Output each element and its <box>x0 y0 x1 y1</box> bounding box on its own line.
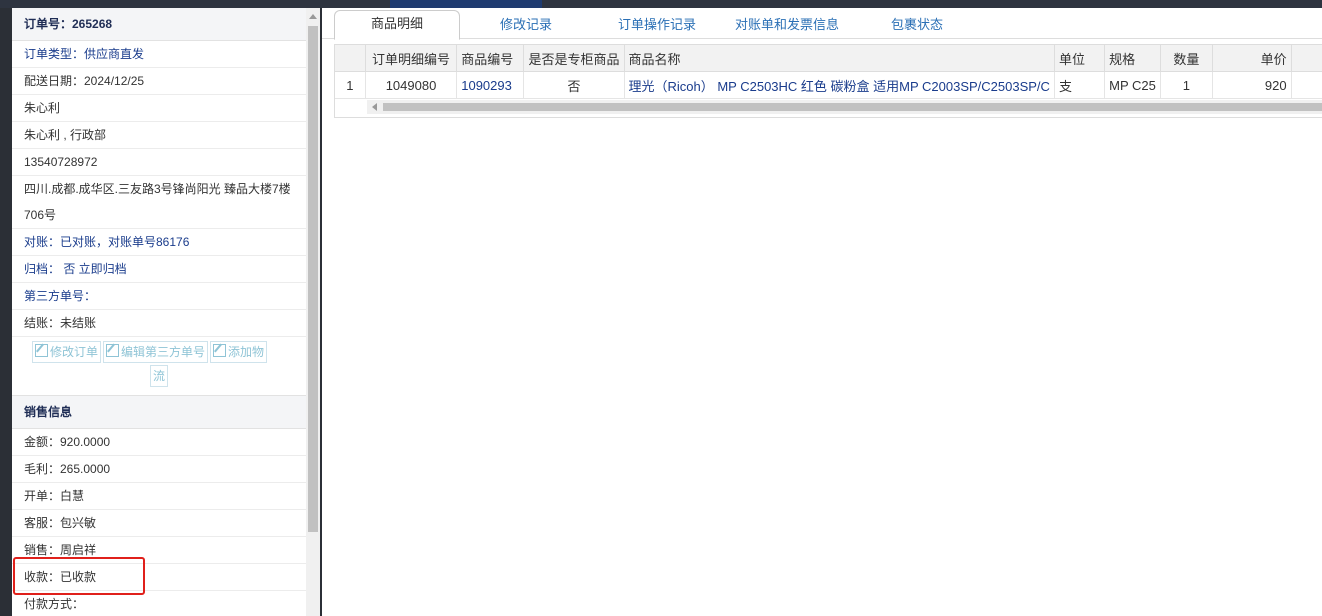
tab-operation-log[interactable]: 订单操作记录 <box>602 12 712 38</box>
add-logistics-label: 添加物 <box>228 345 265 359</box>
col-header-product-id[interactable]: 商品编号 <box>456 45 525 72</box>
edit-icon <box>35 344 48 357</box>
salesperson: 销售：周启祥 <box>12 537 306 564</box>
col-header-index <box>335 45 366 72</box>
sales-amount: 金额：920.0000 <box>12 429 306 456</box>
settlement-status: 结账：未结账 <box>12 310 306 337</box>
add-logistics-button[interactable]: 添加物 <box>210 341 268 363</box>
col-header-qty[interactable]: 数量 <box>1160 45 1213 72</box>
cell-unit: 支 <box>1054 71 1106 99</box>
contact-department: 朱心利 , 行政部 <box>12 122 306 149</box>
table-row[interactable]: 1 1049080 1090293 否 理光（Ricoh） MP C2503HC… <box>335 71 1322 99</box>
edit-order-button[interactable]: 修改订单 <box>32 341 102 363</box>
order-type: 订单类型：供应商直发 <box>12 41 306 68</box>
cell-price: 920 <box>1212 71 1292 99</box>
product-table: 订单明细编号 商品编号 是否是专柜商品 商品名称 单位 规格 数量 单价 1 1… <box>334 44 1322 118</box>
scroll-left-icon[interactable] <box>372 103 377 111</box>
tab-bar: 商品明细 修改记录 订单操作记录 对账单和发票信息 包裹状态 <box>322 8 1322 40</box>
tab-package-status[interactable]: 包裹状态 <box>872 12 962 38</box>
tab-statement-invoice[interactable]: 对账单和发票信息 <box>722 12 852 38</box>
top-bar-highlight <box>390 0 542 8</box>
col-header-filler <box>1291 45 1322 72</box>
main-content: 商品明细 修改记录 订单操作记录 对账单和发票信息 包裹状态 订单明细编号 商品… <box>322 8 1322 616</box>
archive-status[interactable]: 归档： 否 立即归档 <box>12 256 306 283</box>
delivery-address: 四川.成都.成华区.三友路3号锋尚阳光 臻品大楼7楼706号 <box>12 176 306 229</box>
payment-method: 付款方式： <box>12 591 306 616</box>
row-index: 1 <box>335 71 366 99</box>
col-header-price[interactable]: 单价 <box>1212 45 1292 72</box>
table-hscrollbar[interactable] <box>367 100 1322 114</box>
table-header-row: 订单明细编号 商品编号 是否是专柜商品 商品名称 单位 规格 数量 单价 <box>335 45 1322 72</box>
collection-status: 收款：已收款 <box>12 564 306 591</box>
cell-detail-id: 1049080 <box>365 71 458 99</box>
edit-icon <box>213 344 227 357</box>
cell-qty: 1 <box>1160 71 1213 99</box>
order-info-panel: 订单号：265268 订单类型：供应商直发 配送日期：2024/12/25 朱心… <box>12 8 307 616</box>
issuer: 开单：白慧 <box>12 483 306 510</box>
cell-product-id-link[interactable]: 1090293 <box>456 71 525 99</box>
cell-spec: MP C25 <box>1104 71 1161 99</box>
delivery-date: 配送日期：2024/12/25 <box>12 68 306 95</box>
sales-info-header: 销售信息 <box>12 395 306 429</box>
contact-name: 朱心利 <box>12 95 306 122</box>
contact-phone: 13540728972 <box>12 149 306 176</box>
third-party-number: 第三方单号： <box>12 283 306 310</box>
order-number: 订单号：265268 <box>12 8 306 41</box>
add-logistics-button-wrap[interactable]: 流 <box>150 365 169 387</box>
cell-filler <box>1291 71 1322 99</box>
col-header-name[interactable]: 商品名称 <box>624 45 1055 72</box>
edit-icon <box>106 344 120 357</box>
left-panel-scrollbar[interactable] <box>306 8 320 616</box>
edit-third-party-button[interactable]: 编辑第三方单号 <box>103 341 209 363</box>
top-bar <box>0 0 1322 8</box>
product-table-body: 订单明细编号 商品编号 是否是专柜商品 商品名称 单位 规格 数量 单价 1 1… <box>335 45 1322 99</box>
gross-profit: 毛利：265.0000 <box>12 456 306 483</box>
scroll-up-icon[interactable] <box>309 14 317 19</box>
add-logistics-label-2: 流 <box>153 369 166 383</box>
scroll-thumb[interactable] <box>308 26 318 532</box>
edit-order-label: 修改订单 <box>50 345 99 359</box>
cell-product-name-link[interactable]: 理光（Ricoh） MP C2503HC 红色 碳粉盒 适用MP C2003SP… <box>624 71 1055 99</box>
reconcile-status: 对账：已对账，对账单号86176 <box>12 229 306 256</box>
col-header-is-counter[interactable]: 是否是专柜商品 <box>523 45 625 72</box>
cell-is-counter: 否 <box>523 71 625 99</box>
col-header-spec[interactable]: 规格 <box>1104 45 1161 72</box>
col-header-unit[interactable]: 单位 <box>1054 45 1106 72</box>
order-actions: 修改订单 编辑第三方单号 添加物 流 <box>12 337 306 387</box>
customer-service: 客服：包兴敏 <box>12 510 306 537</box>
tab-change-log[interactable]: 修改记录 <box>472 12 580 38</box>
tab-product-details[interactable]: 商品明细 <box>334 10 460 40</box>
edit-third-party-label: 编辑第三方单号 <box>121 345 206 359</box>
table-hscroll-thumb[interactable] <box>383 103 1322 111</box>
col-header-detail-id[interactable]: 订单明细编号 <box>365 45 458 72</box>
